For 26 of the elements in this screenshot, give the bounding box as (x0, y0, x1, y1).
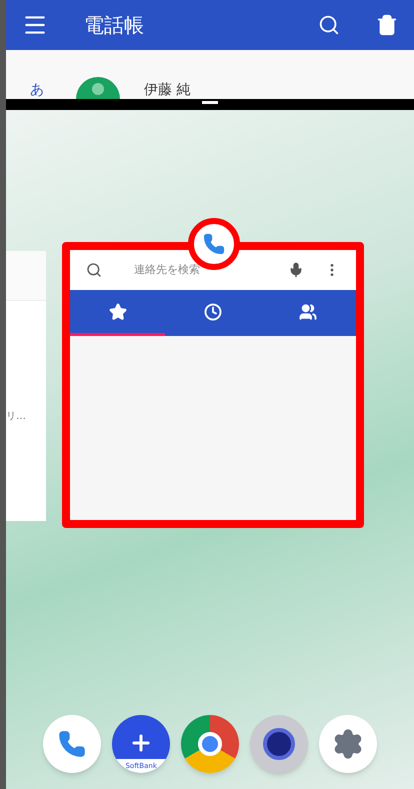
search-bar (6, 251, 46, 301)
avatar (76, 77, 120, 99)
app-card[interactable]: リ… (6, 251, 46, 521)
search-field[interactable]: 連絡先を検索 (70, 250, 356, 290)
settings-app-button[interactable] (318, 715, 377, 773)
camera-app-button[interactable] (250, 715, 308, 773)
contact-row[interactable]: あ 伊藤 純 (6, 50, 414, 99)
microphone-icon[interactable] (288, 262, 304, 278)
star-icon (108, 302, 127, 320)
phone-app-button[interactable] (43, 715, 102, 773)
trash-icon[interactable] (376, 14, 398, 36)
phone-icon (58, 730, 86, 758)
contact-name: 伊藤 純 (144, 81, 190, 99)
clock-icon (204, 302, 222, 320)
card-text: リ… (6, 410, 27, 424)
index-letter: あ (30, 81, 44, 99)
search-icon (86, 262, 102, 278)
app-title: 電話帳 (84, 12, 144, 39)
search-placeholder: 連絡先を検索 (134, 262, 200, 278)
handle-icon[interactable] (202, 101, 218, 104)
phone-icon (203, 233, 225, 255)
browser-app-button[interactable] (180, 715, 239, 773)
browser-icon (198, 732, 222, 756)
people-icon (299, 302, 318, 320)
search-icon[interactable] (318, 14, 340, 36)
lens-icon (262, 728, 295, 760)
